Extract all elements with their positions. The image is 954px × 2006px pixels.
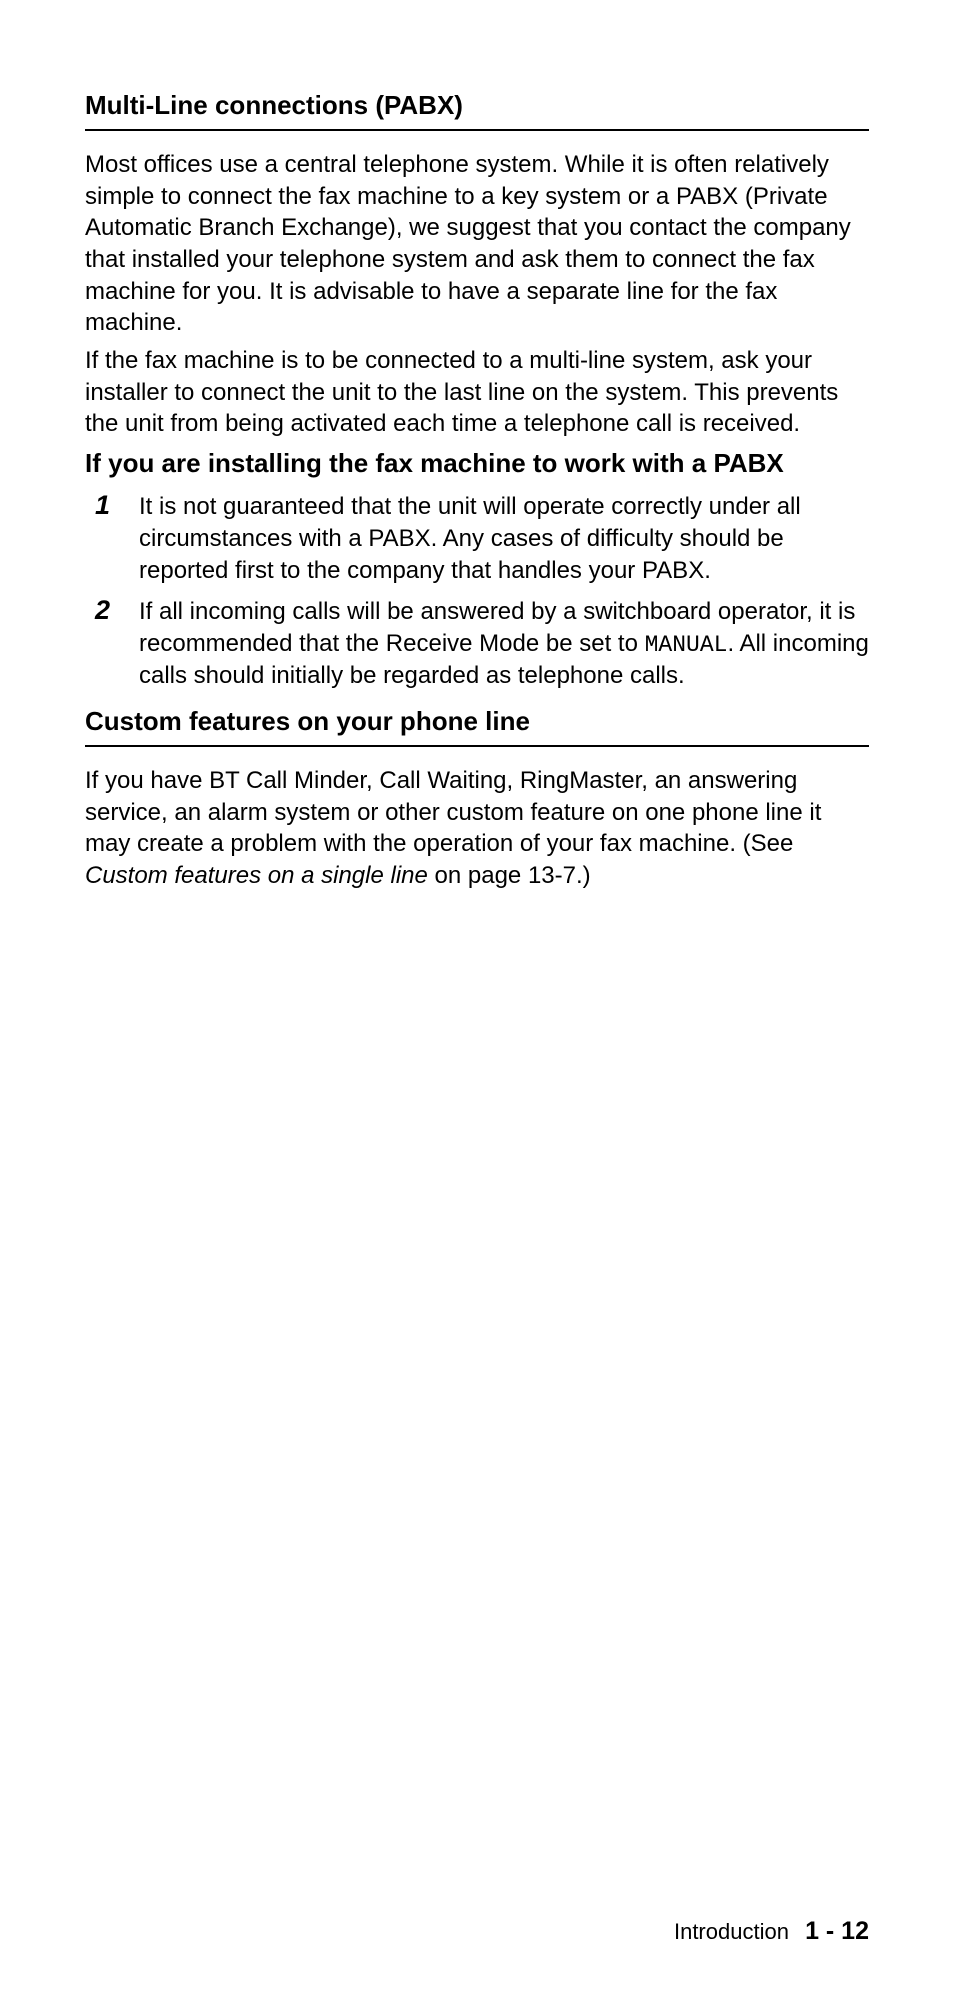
list-number: 2	[85, 596, 139, 626]
list-item: 2 If all incoming calls will be answered…	[85, 596, 869, 692]
page-footer: Introduction 1 - 12	[674, 1917, 869, 1946]
footer-section-label: Introduction	[674, 1919, 789, 1944]
list-item: 1 It is not guaranteed that the unit wil…	[85, 491, 869, 586]
list-number: 1	[85, 491, 139, 521]
para-custom-italic: Custom features on a single line	[85, 862, 428, 889]
para-multiline-1: Most offices use a central telephone sys…	[85, 149, 869, 339]
para-custom-pre: If you have BT Call Minder, Call Waiting…	[85, 767, 821, 857]
section-heading-custom: Custom features on your phone line	[85, 706, 869, 747]
para-custom: If you have BT Call Minder, Call Waiting…	[85, 765, 869, 892]
list-text: It is not guaranteed that the unit will …	[139, 491, 869, 586]
list-text-mono: MANUAL	[645, 632, 728, 658]
subheading-pabx-install: If you are installing the fax machine to…	[85, 450, 869, 477]
para-custom-post: on page 13-7.)	[428, 862, 591, 889]
list-text: If all incoming calls will be answered b…	[139, 596, 869, 692]
section-heading-multiline: Multi-Line connections (PABX)	[85, 90, 869, 131]
footer-page-number: 1 - 12	[805, 1917, 869, 1945]
para-multiline-2: If the fax machine is to be connected to…	[85, 345, 869, 440]
ordered-list-pabx: 1 It is not guaranteed that the unit wil…	[85, 491, 869, 692]
